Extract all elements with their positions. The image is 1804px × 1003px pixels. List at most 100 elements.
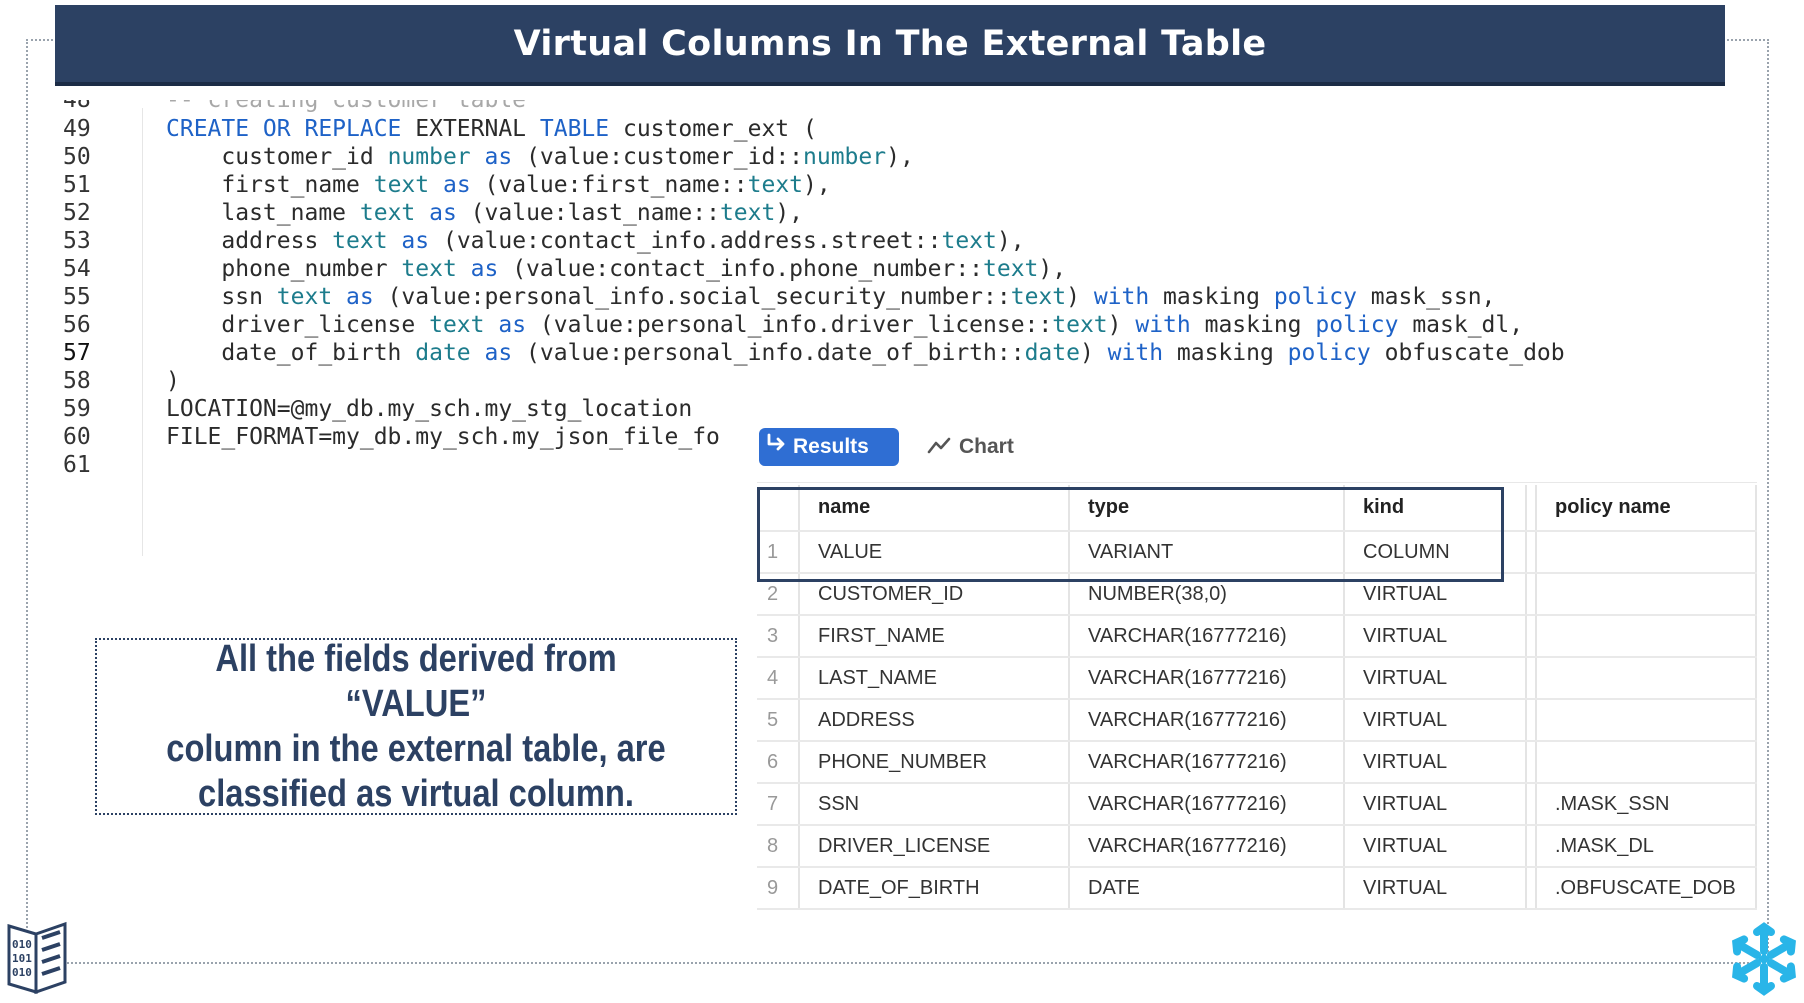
code-text: phone_number — [166, 256, 402, 282]
code-type: text — [719, 200, 776, 226]
column-gap — [1526, 741, 1537, 784]
code-text: customer_id — [166, 144, 388, 170]
table-row[interactable]: 9 DATE_OF_BIRTH DATE VIRTUAL .OBFUSCATE_DOB — [757, 867, 1757, 910]
callout-text: All the fields derived from “VALUE” colu… — [142, 637, 691, 817]
code-keyword: with — [1107, 340, 1164, 366]
cell-type[interactable]: VARCHAR(16777216) — [1069, 615, 1345, 658]
return-arrow-icon — [759, 433, 793, 462]
cell-type[interactable]: VARCHAR(16777216) — [1069, 699, 1345, 742]
code-keyword: as — [346, 284, 374, 310]
cell-type[interactable]: VARCHAR(16777216) — [1069, 657, 1345, 700]
code-keyword: with — [1135, 312, 1191, 338]
code-text: ), — [886, 144, 914, 170]
cell-kind[interactable]: VIRTUAL — [1344, 615, 1527, 658]
cell-policy-name[interactable] — [1536, 615, 1757, 658]
page-title: Virtual Columns In The External Table — [513, 23, 1267, 64]
cell-type[interactable]: NUMBER(38,0) — [1069, 573, 1345, 616]
results-toolbar: Results Chart — [757, 418, 1757, 483]
table-row[interactable]: 6 PHONE_NUMBER VARCHAR(16777216) VIRTUAL — [757, 741, 1757, 784]
cell-type[interactable]: VARCHAR(16777216) — [1069, 783, 1345, 826]
code-text: (value:contact_info.address.street:: — [429, 228, 942, 254]
code-text: (value:contact_info.phone_number:: — [498, 256, 984, 282]
column-gap — [1526, 615, 1537, 658]
callout-line-1: All the fields derived from “VALUE” — [215, 637, 617, 725]
code-text: ) — [1066, 284, 1094, 310]
code-type: date — [415, 340, 471, 366]
cell-kind[interactable]: VIRTUAL — [1344, 825, 1527, 868]
table-header-row: name type kind policy name — [757, 485, 1757, 532]
results-tab[interactable]: Results — [759, 428, 899, 466]
cell-kind[interactable]: VIRTUAL — [1344, 867, 1527, 910]
cell-name[interactable]: LAST_NAME — [799, 657, 1070, 700]
cell-policy-name[interactable]: .MASK_DL — [1536, 825, 1757, 868]
column-gap — [1526, 573, 1537, 616]
cell-name[interactable]: PHONE_NUMBER — [799, 741, 1070, 784]
cell-kind[interactable]: VIRTUAL — [1344, 783, 1527, 826]
cell-policy-name[interactable]: .MASK_SSN — [1536, 783, 1757, 826]
code-keyword: policy — [1273, 284, 1357, 310]
column-header-kind[interactable]: kind — [1344, 485, 1527, 532]
column-gap — [1526, 657, 1537, 700]
table-row[interactable]: 4 LAST_NAME VARCHAR(16777216) VIRTUAL — [757, 657, 1757, 700]
code-line: 61 — [55, 449, 103, 481]
code-text: EXTERNAL — [401, 116, 540, 142]
cell-kind[interactable]: VIRTUAL — [1344, 741, 1527, 784]
chart-tab[interactable]: Chart — [927, 428, 1014, 466]
cell-policy-name[interactable] — [1536, 699, 1757, 742]
table-row[interactable]: 1 VALUE VARIANT COLUMN — [757, 531, 1757, 574]
row-number-cell: 4 — [757, 657, 800, 700]
cell-type[interactable]: VARIANT — [1069, 531, 1345, 574]
cell-policy-name[interactable] — [1536, 741, 1757, 784]
cell-name[interactable]: ADDRESS — [799, 699, 1070, 742]
table-row[interactable]: 8 DRIVER_LICENSE VARCHAR(16777216) VIRTUAL.… — [757, 825, 1757, 868]
table-row[interactable]: 3 FIRST_NAME VARCHAR(16777216) VIRTUAL — [757, 615, 1757, 658]
code-text: ), — [775, 200, 804, 226]
code-type: text — [983, 256, 1039, 282]
code-text: masking — [1149, 284, 1274, 310]
code-text: (value:personal_info.date_of_birth:: — [512, 340, 1025, 366]
code-keyword: with — [1093, 284, 1150, 310]
cell-policy-name[interactable]: .OBFUSCATE_DOB — [1536, 867, 1757, 910]
cell-kind[interactable]: VIRTUAL — [1344, 657, 1527, 700]
cell-kind[interactable]: COLUMN — [1344, 531, 1527, 574]
code-text: (value:customer_id:: — [512, 144, 804, 170]
svg-text:010: 010 — [12, 966, 32, 979]
code-text: customer_ext ( — [609, 116, 817, 142]
cell-name[interactable]: VALUE — [799, 531, 1070, 574]
cell-type[interactable]: VARCHAR(16777216) — [1069, 741, 1345, 784]
cell-policy-name[interactable] — [1536, 531, 1757, 574]
column-gap — [1526, 699, 1537, 742]
cell-policy-name[interactable] — [1536, 573, 1757, 616]
results-table: name type kind policy name 1 VALUE VARIANT… — [757, 485, 1757, 910]
code-keyword: as — [498, 312, 527, 338]
code-type: text — [401, 256, 457, 282]
code-text: ) — [1079, 340, 1108, 366]
row-number-cell: 8 — [757, 825, 800, 868]
cell-kind[interactable]: VIRTUAL — [1344, 699, 1527, 742]
code-text: first_name — [166, 172, 374, 198]
table-row[interactable]: 2 CUSTOMER_ID NUMBER(38,0) VIRTUAL — [757, 573, 1757, 616]
cell-name[interactable]: DATE_OF_BIRTH — [799, 867, 1070, 910]
cell-type[interactable]: DATE — [1069, 867, 1345, 910]
binary-book-icon: 010 101 010 — [6, 920, 68, 996]
column-gap — [1526, 485, 1537, 532]
cell-name[interactable]: FIRST_NAME — [799, 615, 1070, 658]
code-text: ), — [803, 172, 831, 198]
svg-text:101: 101 — [12, 952, 32, 965]
cell-name[interactable]: DRIVER_LICENSE — [799, 825, 1070, 868]
column-header-name[interactable]: name — [799, 485, 1070, 532]
table-row[interactable]: 5 ADDRESS VARCHAR(16777216) VIRTUAL — [757, 699, 1757, 742]
cell-policy-name[interactable] — [1536, 657, 1757, 700]
cell-name[interactable]: SSN — [799, 783, 1070, 826]
row-number-cell: 7 — [757, 783, 800, 826]
callout-line-2: column in the external table, are — [166, 727, 666, 770]
cell-type[interactable]: VARCHAR(16777216) — [1069, 825, 1345, 868]
code-keyword: as — [442, 172, 471, 198]
table-row[interactable]: 7 SSN VARCHAR(16777216) VIRTUAL .MASK_SSN — [757, 783, 1757, 826]
cell-kind[interactable]: VIRTUAL — [1344, 573, 1527, 616]
column-header-type[interactable]: type — [1069, 485, 1345, 532]
column-header-policy-name[interactable]: policy name — [1536, 485, 1757, 532]
code-text: date_of_birth — [166, 340, 416, 366]
code-text: (value:personal_info.social_security_num… — [373, 284, 1011, 310]
cell-name[interactable]: CUSTOMER_ID — [799, 573, 1070, 616]
